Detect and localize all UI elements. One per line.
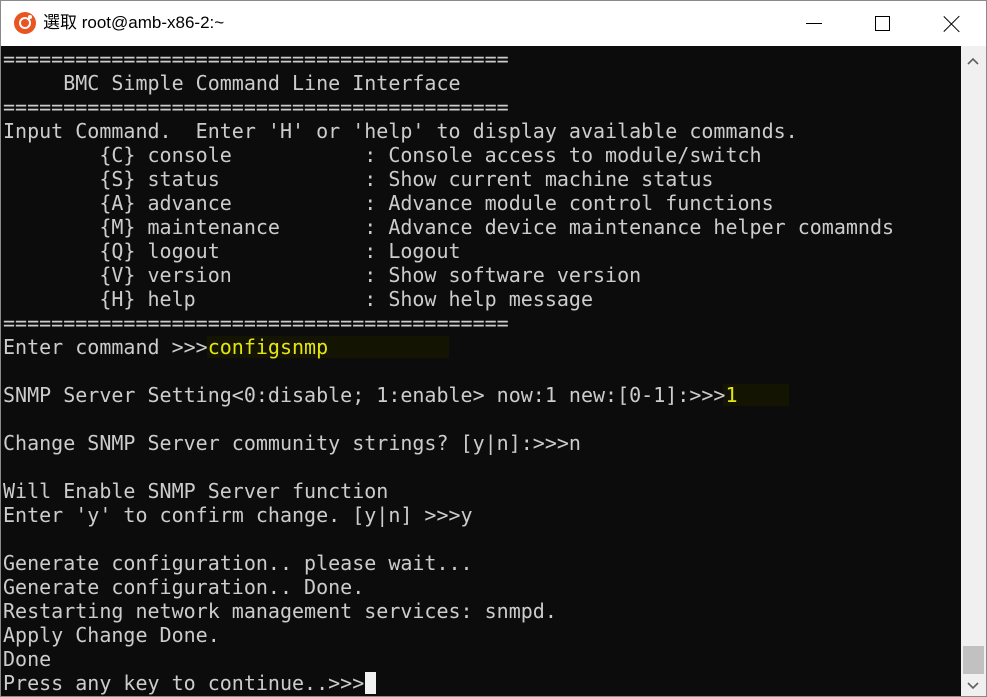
separator-line: ========================================… [3,95,509,119]
command-option-line: {Q} logout : Logout [3,239,461,263]
output-line: Generate configuration.. Done. [3,575,365,599]
command-option-line: {H} help : Show help message [3,287,594,311]
output-line: Will Enable SNMP Server function [3,479,389,503]
output-line: Apply Change Done. [3,623,220,647]
terminal-output[interactable]: ========================================… [1,46,961,696]
command-prompt: Enter command >>> [3,335,208,359]
command-option-line: {A} advance : Advance module control fun… [3,191,774,215]
minimize-button[interactable] [791,1,837,46]
scroll-up-icon[interactable] [967,56,979,68]
continue-prompt-line: Press any key to continue..>>> [3,671,377,695]
help-intro-line: Input Command. Enter 'H' or 'help' to di… [3,119,798,143]
terminal-window: 選取 root@amb-x86-2:~ ====================… [0,0,987,697]
window-title: 選取 root@amb-x86-2:~ [43,13,225,32]
command-prompt-line: Enter command >>>configsnmp [3,335,328,359]
banner-title: BMC Simple Command Line Interface [3,71,461,95]
continue-prompt: Press any key to continue..>>> [3,671,365,695]
ubuntu-icon[interactable] [14,12,36,34]
vertical-scrollbar[interactable] [961,46,986,696]
scroll-down-icon[interactable] [967,679,979,691]
output-line: Done [3,647,52,671]
separator-line: ========================================… [3,47,509,71]
snmp-setting-prompt: SNMP Server Setting<0:disable; 1:enable>… [3,383,726,407]
scrollbar-thumb[interactable] [963,646,984,674]
snmp-setting-input: 1 [725,383,738,407]
maximize-icon [874,16,890,31]
minimize-icon [806,23,822,24]
text-cursor [365,672,377,694]
snmp-setting-line: SNMP Server Setting<0:disable; 1:enable>… [3,383,738,407]
command-input: configsnmp [207,335,329,359]
command-option-line: {M} maintenance : Advance device mainten… [3,215,895,239]
confirm-line: Enter 'y' to confirm change. [y|n] >>>y [3,503,473,527]
close-icon [943,15,961,33]
close-button[interactable] [929,1,975,46]
command-option-line: {V} version : Show software version [3,263,642,287]
output-line: Generate configuration.. please wait... [3,551,473,575]
maximize-button[interactable] [859,1,905,46]
command-option-line: {S} status : Show current machine status [3,167,714,191]
command-option-line: {C} console : Console access to module/s… [3,143,762,167]
output-line: Restarting network management services: … [3,599,557,623]
separator-line: ========================================… [3,311,509,335]
community-strings-line: Change SNMP Server community strings? [y… [3,431,581,455]
title-bar[interactable]: 選取 root@amb-x86-2:~ [1,1,986,46]
